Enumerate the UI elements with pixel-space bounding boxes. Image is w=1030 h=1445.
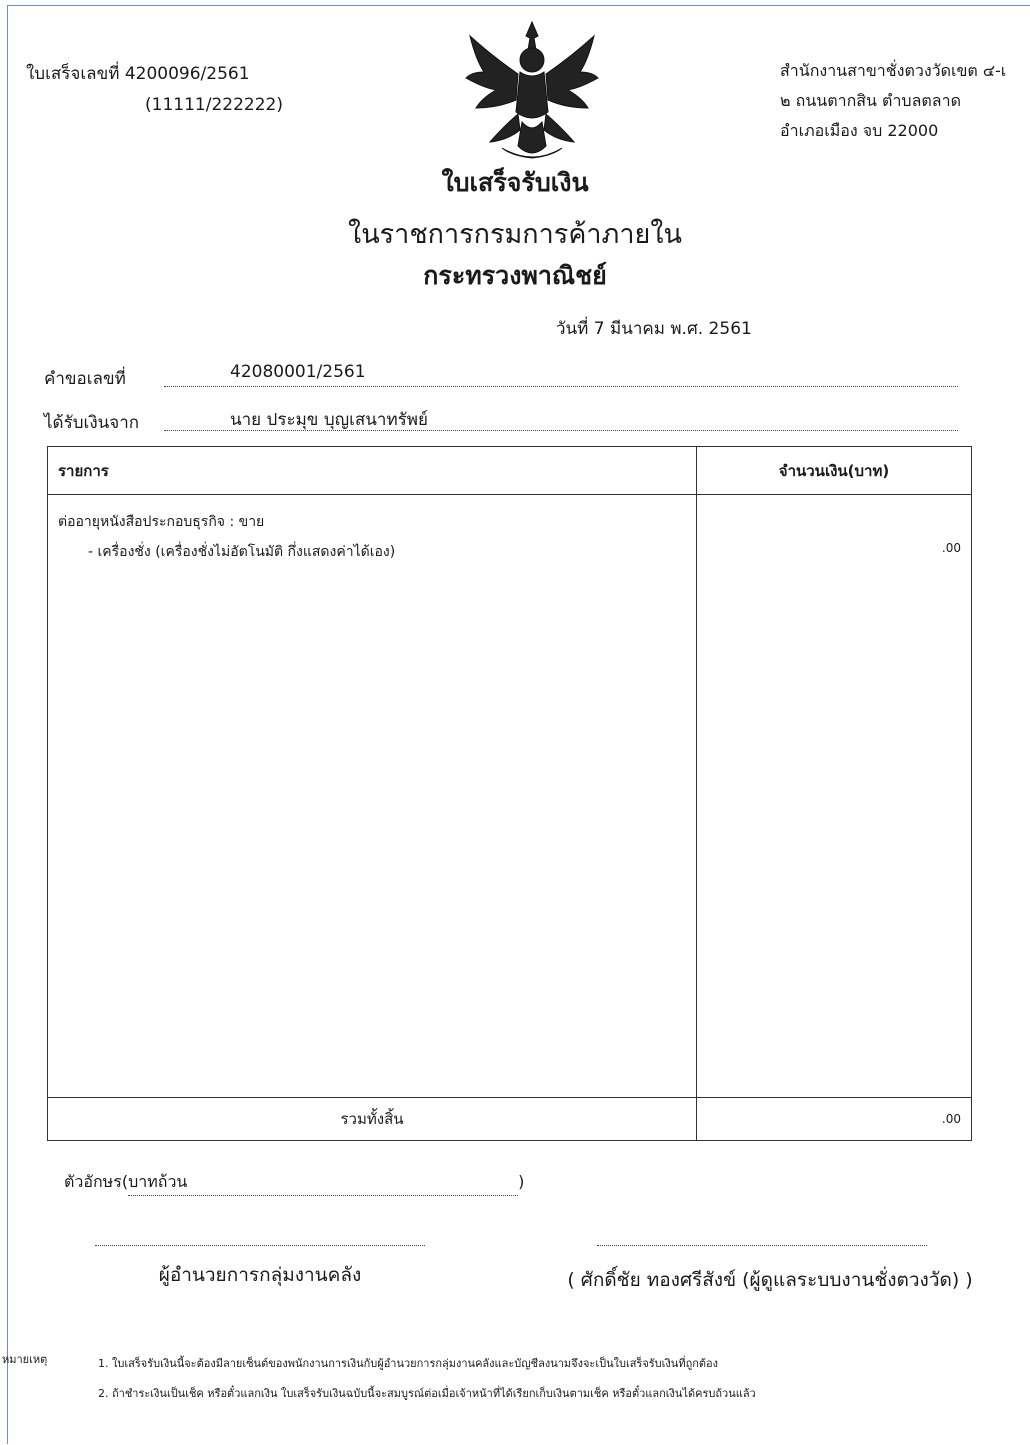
- receipt-reference: (11111/222222): [145, 95, 283, 115]
- department-title: ในราชการกรมการค้าภายใน: [348, 219, 682, 250]
- total-label: รวมทั้งสิ้น: [47, 1097, 697, 1141]
- office-line-3: อำเภอเมือง จบ 22000: [780, 121, 939, 140]
- right-signature-line: [597, 1244, 927, 1246]
- amount-words-prefix: ตัวอักษร(: [64, 1172, 129, 1191]
- amount-words-suffix: ): [518, 1172, 525, 1191]
- receipt-number: ใบเสร็จเลขที่ 4200096/2561: [26, 64, 250, 84]
- left-signatory: ผู้อำนวยการกลุ่มงานคลัง: [158, 1264, 362, 1286]
- note-line-1: 1. ใบเสร็จรับเงินนี้จะต้องมีลายเซ็นต์ของ…: [98, 1357, 719, 1370]
- receipt-date: วันที่ 7 มีนาคม พ.ศ. 2561: [556, 319, 752, 339]
- payer-field: นาย ประมุข บุญเสนาทรัพย์: [164, 406, 958, 431]
- total-row: รวมทั้งสิ้น .00: [47, 1097, 972, 1141]
- table-header-row: รายการ จำนวนเงิน(บาท): [47, 446, 972, 495]
- item-description: ต่ออายุหนังสือประกอบธุรกิจ : ขาย - เครื่…: [47, 494, 697, 1098]
- garuda-emblem-icon: [465, 20, 599, 159]
- item-sub: - เครื่องชั่ง (เครื่องชั่งไม่อัตโนมัติ ก…: [88, 544, 396, 560]
- request-number-field: 42080001/2561: [164, 362, 958, 387]
- item-title: ต่ออายุหนังสือประกอบธุรกิจ : ขาย: [58, 514, 265, 530]
- request-number-label: คำขอเลขที่: [44, 369, 126, 389]
- amount-words-line: บาทถ้วน: [128, 1170, 519, 1196]
- document-title: ใบเสร็จรับเงิน: [441, 168, 589, 197]
- amount-in-words: ตัวอักษร(บาทถ้วน): [64, 1170, 524, 1196]
- office-address: สำนักงานสาขาชั่งตวงวัดเขต ๔-เ ๒ ถนนตากสิ…: [780, 56, 1006, 146]
- note-label: หมายเหตุ: [2, 1353, 48, 1366]
- office-line-2: ๒ ถนนตากสิน ตำบลตลาด: [780, 91, 961, 110]
- amount-words-value: บาทถ้วน: [128, 1172, 188, 1191]
- payer-value: นาย ประมุข บุญเสนาทรัพย์: [230, 410, 428, 430]
- request-number-value: 42080001/2561: [230, 362, 366, 382]
- table-row: ต่ออายุหนังสือประกอบธุรกิจ : ขาย - เครื่…: [47, 494, 972, 1098]
- office-line-1: สำนักงานสาขาชั่งตวงวัดเขต ๔-เ: [780, 61, 1007, 80]
- payer-label: ได้รับเงินจาก: [44, 413, 140, 433]
- ministry-title: กระทรวงพาณิชย์: [423, 261, 607, 290]
- column-header-description: รายการ: [47, 446, 697, 495]
- total-amount: .00: [696, 1097, 972, 1141]
- items-table: รายการ จำนวนเงิน(บาท) ต่ออายุหนังสือประก…: [47, 446, 972, 1141]
- item-amount: .00: [696, 494, 972, 1098]
- note-line-2: 2. ถ้าชำระเงินเป็นเช็ค หรือตั๋วแลกเงิน ใ…: [98, 1387, 756, 1400]
- right-signatory: ( ศักดิ์ชัย ทองศรีสังข์ (ผู้ดูแลระบบงานช…: [567, 1269, 973, 1291]
- column-header-amount: จำนวนเงิน(บาท): [696, 446, 972, 495]
- left-signature-line: [95, 1244, 425, 1246]
